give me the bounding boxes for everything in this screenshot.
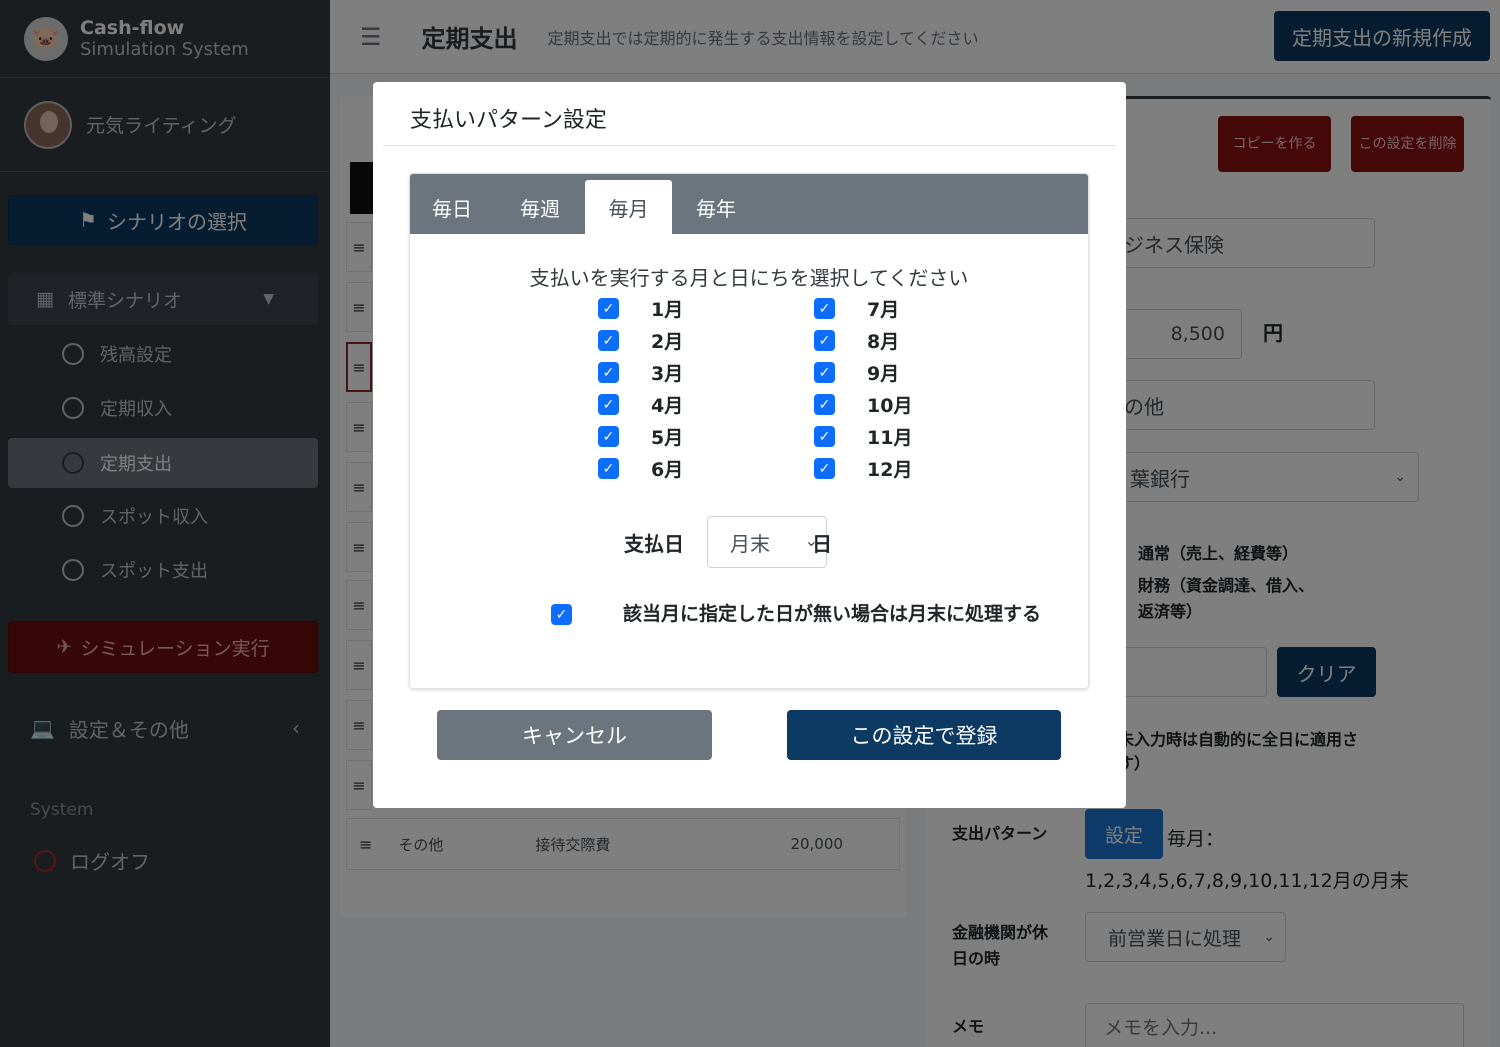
month-label: 7月 (867, 299, 900, 321)
checkmark-icon: ✓ (818, 364, 831, 381)
month-label: 8月 (867, 331, 900, 353)
register-button[interactable]: この設定で登録 (787, 710, 1061, 760)
month-end-note: 該当月に指定した日が無い場合は月末に処理する (622, 603, 1041, 625)
month-label: 11月 (867, 427, 913, 449)
payday-select[interactable]: 月末 ⌄ (707, 516, 827, 568)
month-label: 3月 (651, 363, 684, 385)
checkmark-icon: ✓ (818, 300, 831, 317)
pattern-tabs-card: 毎日 毎週 毎月 毎年 支払いを実行する月と日にちを選択してください ✓ 1月 … (409, 173, 1089, 689)
checkmark-icon: ✓ (818, 332, 831, 349)
month-checkbox-8[interactable]: ✓ (814, 330, 835, 351)
modal-title: 支払いパターン設定 (410, 108, 607, 133)
tab-monthly[interactable]: 毎月 (585, 180, 672, 234)
month-checkbox-7[interactable]: ✓ (814, 298, 835, 319)
month-checkbox-1[interactable]: ✓ (598, 298, 619, 319)
payday-label: 支払日 (624, 532, 684, 556)
month-label: 12月 (867, 459, 913, 481)
month-label: 9月 (867, 363, 900, 385)
month-label: 1月 (651, 299, 684, 321)
checkmark-icon: ✓ (818, 460, 831, 477)
checkmark-icon: ✓ (555, 606, 568, 623)
month-checkbox-3[interactable]: ✓ (598, 362, 619, 383)
checkmark-icon: ✓ (602, 332, 615, 349)
month-label: 6月 (651, 459, 684, 481)
month-checkbox-4[interactable]: ✓ (598, 394, 619, 415)
month-label: 10月 (867, 395, 913, 417)
checkmark-icon: ✓ (602, 460, 615, 477)
checkmark-icon: ✓ (602, 364, 615, 381)
month-checkbox-2[interactable]: ✓ (598, 330, 619, 351)
month-checkbox-10[interactable]: ✓ (814, 394, 835, 415)
day-suffix: 日 (812, 532, 832, 556)
payday-select-value: 月末 (730, 531, 770, 556)
month-checkbox-12[interactable]: ✓ (814, 458, 835, 479)
payment-pattern-modal: 支払いパターン設定 毎日 毎週 毎月 毎年 支払いを実行する月と日にちを選択して… (373, 82, 1126, 808)
month-select-prompt: 支払いを実行する月と日にちを選択してください (529, 266, 969, 290)
tab-daily[interactable]: 毎日 (418, 180, 486, 234)
checkmark-icon: ✓ (818, 396, 831, 413)
modal-divider (383, 145, 1116, 146)
month-checkbox-6[interactable]: ✓ (598, 458, 619, 479)
month-checkbox-9[interactable]: ✓ (814, 362, 835, 383)
checkmark-icon: ✓ (602, 396, 615, 413)
tab-weekly[interactable]: 毎週 (506, 180, 574, 234)
tab-bar: 毎日 毎週 毎月 毎年 (410, 174, 1088, 234)
month-label: 5月 (651, 427, 684, 449)
month-checkbox-5[interactable]: ✓ (598, 426, 619, 447)
month-end-checkbox[interactable]: ✓ (551, 604, 572, 625)
checkmark-icon: ✓ (818, 428, 831, 445)
month-checkbox-11[interactable]: ✓ (814, 426, 835, 447)
checkmark-icon: ✓ (602, 428, 615, 445)
checkmark-icon: ✓ (602, 300, 615, 317)
month-label: 2月 (651, 331, 684, 353)
cancel-button[interactable]: キャンセル (437, 710, 712, 760)
month-label: 4月 (651, 395, 684, 417)
tab-yearly[interactable]: 毎年 (682, 180, 750, 234)
